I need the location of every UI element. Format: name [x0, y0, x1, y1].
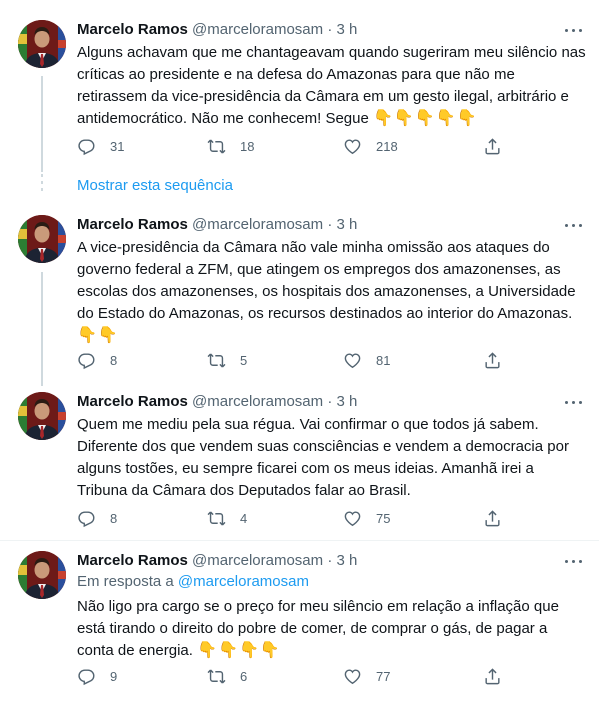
like-count: 81 [376, 352, 391, 368]
reply-count: 31 [110, 138, 125, 154]
avatar[interactable] [18, 215, 66, 263]
like-count: 77 [376, 668, 391, 684]
tweet-actions: 8 4 75 [77, 508, 507, 528]
avatar[interactable] [18, 20, 66, 68]
thread-line-1 [41, 76, 43, 172]
tweet-actions: 9 6 77 [77, 666, 507, 686]
reply-to-link[interactable]: @marceloramosam [178, 573, 309, 590]
retweet-icon [207, 351, 226, 370]
tweet-text: A vice-presidência da Câmara não vale mi… [77, 237, 587, 347]
tweet-actions: 8 5 81 [77, 350, 507, 370]
like-button[interactable]: 218 [343, 136, 398, 156]
retweet-count: 5 [240, 352, 248, 368]
divider [0, 540, 599, 541]
retweet-icon [207, 667, 226, 686]
share-button[interactable] [483, 350, 502, 370]
retweet-button[interactable]: 5 [207, 350, 247, 370]
reply-count: 8 [110, 510, 118, 526]
tweet-header: Marcelo Ramos @marceloramosam · 3 h [77, 551, 357, 571]
more-icon[interactable] [563, 20, 585, 40]
pointing-down-emojis: 👇👇 [77, 327, 119, 344]
author-handle[interactable]: @marceloramosam [192, 216, 323, 233]
like-icon [343, 667, 362, 686]
pointing-down-emojis: 👇👇👇👇👇 [373, 110, 478, 127]
more-icon[interactable] [563, 551, 585, 571]
pointing-down-emojis: 👇👇👇👇 [197, 642, 281, 659]
share-icon [483, 351, 502, 370]
like-icon [343, 137, 362, 156]
reply-button[interactable]: 31 [77, 136, 124, 156]
share-button[interactable] [483, 508, 502, 528]
like-count: 75 [376, 510, 391, 526]
retweet-count: 18 [240, 138, 255, 154]
timestamp[interactable]: 3 h [336, 216, 357, 233]
timestamp[interactable]: 3 h [336, 552, 357, 569]
like-icon [343, 509, 362, 528]
retweet-button[interactable]: 4 [207, 508, 247, 528]
separator: · [327, 552, 333, 569]
show-thread-link[interactable]: Mostrar esta sequência [77, 176, 233, 196]
separator: · [327, 21, 333, 38]
more-icon[interactable] [563, 215, 585, 235]
like-icon [343, 351, 362, 370]
retweet-icon [207, 137, 226, 156]
share-icon [483, 509, 502, 528]
share-icon [483, 667, 502, 686]
reply-count: 9 [110, 668, 118, 684]
author-name[interactable]: Marcelo Ramos [77, 216, 188, 233]
timestamp[interactable]: 3 h [336, 393, 357, 410]
author-name[interactable]: Marcelo Ramos [77, 552, 188, 569]
reply-button[interactable]: 9 [77, 666, 117, 686]
retweet-count: 6 [240, 668, 248, 684]
reply-icon [77, 351, 96, 370]
like-button[interactable]: 75 [343, 508, 390, 528]
tweet-text: Não ligo pra cargo se o preço for meu si… [77, 596, 587, 662]
separator: · [327, 216, 333, 233]
tweet-actions: 31 18 218 [77, 136, 507, 156]
tweet-header: Marcelo Ramos @marceloramosam · 3 h [77, 215, 357, 235]
like-button[interactable]: 77 [343, 666, 390, 686]
avatar[interactable] [18, 392, 66, 440]
retweet-button[interactable]: 18 [207, 136, 254, 156]
share-button[interactable] [483, 136, 502, 156]
timestamp[interactable]: 3 h [336, 21, 357, 38]
author-handle[interactable]: @marceloramosam [192, 393, 323, 410]
retweet-count: 4 [240, 510, 248, 526]
reply-context: Em resposta a @marceloramosam [77, 572, 587, 592]
author-name[interactable]: Marcelo Ramos [77, 21, 188, 38]
share-button[interactable] [483, 666, 502, 686]
tweet-body: Quem me mediu pela sua régua. Vai confir… [77, 416, 569, 499]
author-handle[interactable]: @marceloramosam [192, 21, 323, 38]
tweet-body: Não ligo pra cargo se o preço for meu si… [77, 598, 559, 659]
tweet-body: Alguns achavam que me chantageavam quand… [77, 44, 586, 127]
reply-button[interactable]: 8 [77, 508, 117, 528]
reply-prefix: Em resposta a [77, 573, 178, 590]
tweet-text: Alguns achavam que me chantageavam quand… [77, 42, 587, 130]
like-count: 218 [376, 138, 398, 154]
separator: · [327, 393, 333, 410]
reply-icon [77, 137, 96, 156]
author-name[interactable]: Marcelo Ramos [77, 393, 188, 410]
reply-button[interactable]: 8 [77, 350, 117, 370]
tweet-header: Marcelo Ramos @marceloramosam · 3 h [77, 392, 357, 412]
thread-line-2 [41, 272, 43, 386]
tweet-body: A vice-presidência da Câmara não vale mi… [77, 239, 576, 322]
tweet-text: Quem me mediu pela sua régua. Vai confir… [77, 414, 587, 502]
avatar[interactable] [18, 551, 66, 599]
author-handle[interactable]: @marceloramosam [192, 552, 323, 569]
tweet-header: Marcelo Ramos @marceloramosam · 3 h [77, 20, 357, 40]
share-icon [483, 137, 502, 156]
reply-icon [77, 667, 96, 686]
reply-icon [77, 509, 96, 528]
more-icon[interactable] [563, 392, 585, 412]
reply-count: 8 [110, 352, 118, 368]
like-button[interactable]: 81 [343, 350, 390, 370]
retweet-icon [207, 509, 226, 528]
thread-dots [40, 174, 44, 195]
retweet-button[interactable]: 6 [207, 666, 247, 686]
